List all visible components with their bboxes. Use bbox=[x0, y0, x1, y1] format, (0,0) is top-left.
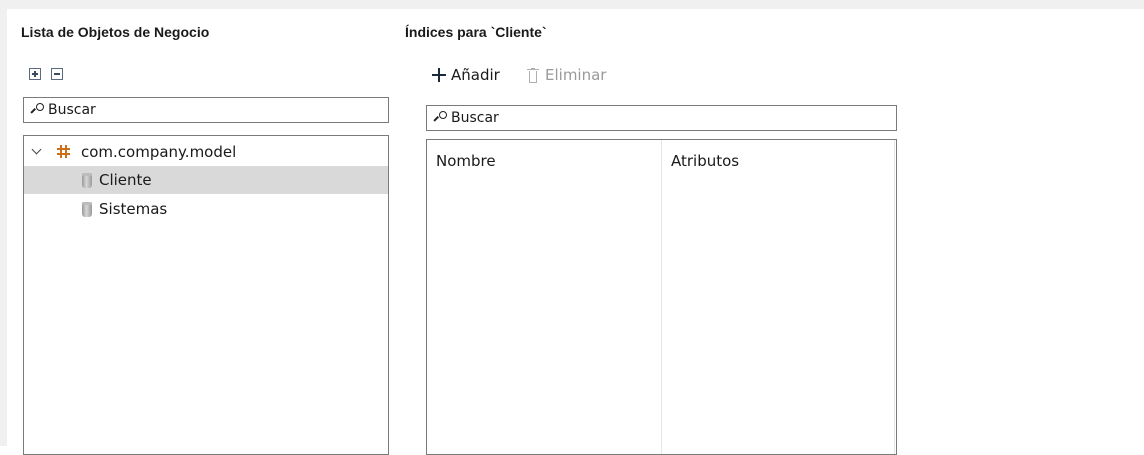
plus-icon bbox=[432, 68, 446, 82]
objects-search-box[interactable] bbox=[23, 97, 389, 123]
delete-button[interactable]: Eliminar bbox=[527, 66, 606, 84]
expand-all-button[interactable] bbox=[29, 68, 41, 80]
indexes-search-box[interactable] bbox=[426, 105, 897, 131]
tree-item-package[interactable]: com.company.model bbox=[24, 138, 388, 166]
top-border bbox=[0, 0, 1144, 9]
tree-item-sistemas[interactable]: Sistemas bbox=[24, 195, 388, 223]
left-border bbox=[0, 9, 7, 446]
trash-icon bbox=[527, 67, 539, 83]
tree-item-label: Cliente bbox=[99, 171, 152, 189]
column-header-nombre[interactable]: Nombre bbox=[436, 152, 496, 170]
collapse-all-button[interactable] bbox=[51, 68, 63, 80]
indexes-table[interactable]: Nombre Atributos bbox=[426, 139, 897, 455]
tree-item-label: Sistemas bbox=[99, 200, 168, 218]
search-icon bbox=[30, 102, 44, 118]
collapse-all-icon bbox=[54, 73, 60, 75]
package-icon bbox=[57, 145, 70, 158]
column-header-atributos[interactable]: Atributos bbox=[671, 152, 739, 170]
add-button[interactable]: Añadir bbox=[432, 66, 500, 84]
business-objects-tree[interactable]: com.company.model Cliente Sistemas bbox=[23, 135, 389, 455]
entity-icon bbox=[82, 202, 92, 217]
business-objects-title: Lista de Objetos de Negocio bbox=[21, 24, 210, 40]
chevron-down-icon[interactable] bbox=[31, 144, 42, 155]
column-divider[interactable] bbox=[894, 140, 895, 454]
column-divider[interactable] bbox=[661, 140, 662, 454]
package-label: com.company.model bbox=[81, 143, 237, 161]
objects-search-input[interactable] bbox=[48, 102, 388, 118]
add-label: Añadir bbox=[451, 66, 500, 84]
tree-item-cliente[interactable]: Cliente bbox=[24, 166, 388, 194]
indexes-title: Índices para `Cliente` bbox=[405, 24, 547, 40]
indexes-search-input[interactable] bbox=[451, 110, 896, 126]
entity-icon bbox=[82, 173, 92, 188]
search-icon bbox=[433, 110, 447, 126]
delete-label: Eliminar bbox=[545, 66, 607, 84]
